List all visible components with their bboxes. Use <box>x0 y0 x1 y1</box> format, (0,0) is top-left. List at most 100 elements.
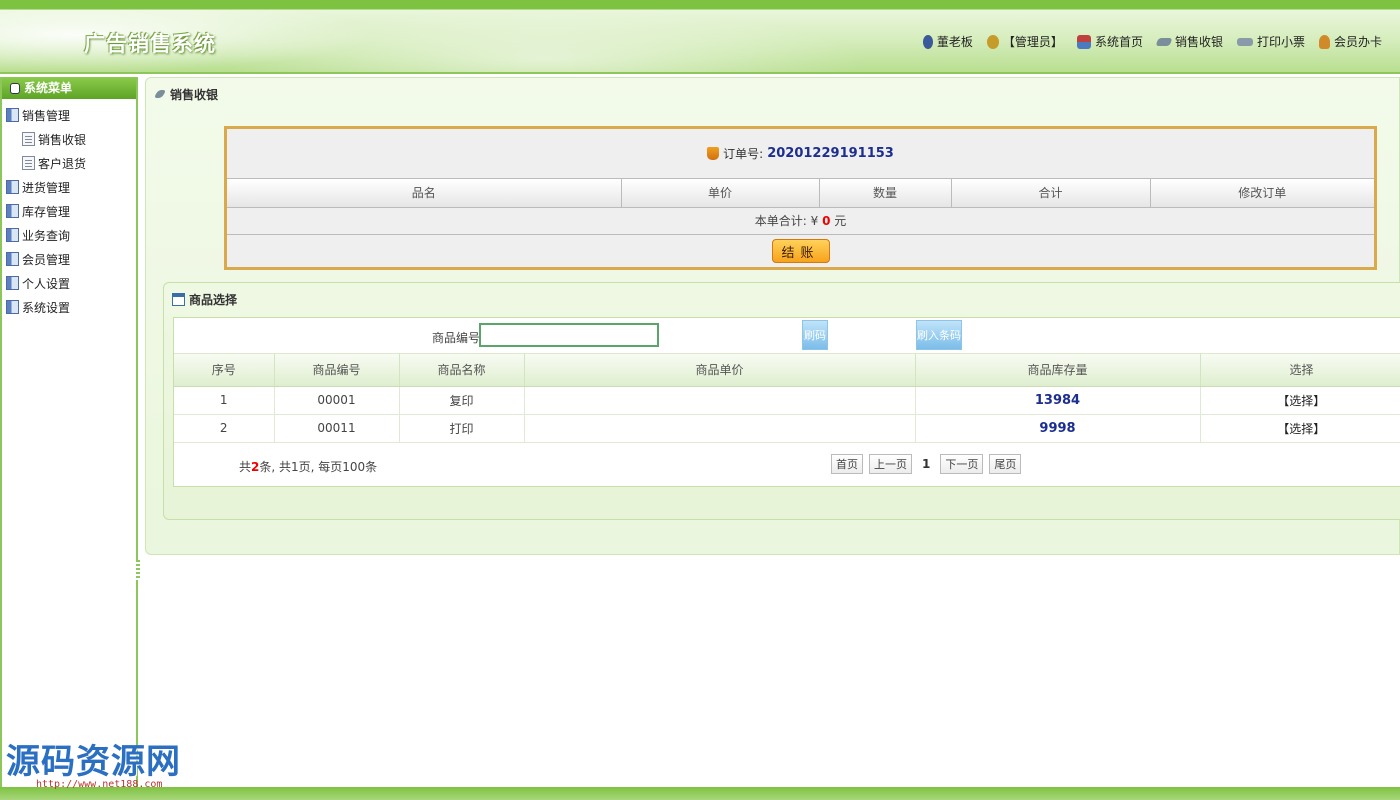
nav-user-label: 董老板 <box>936 35 973 49</box>
row-name: 复印 <box>399 386 525 415</box>
pager-suffix: 条, 共1页, 每页100条 <box>259 459 378 474</box>
nav-user[interactable]: 董老板 <box>922 33 973 50</box>
admin-icon <box>986 34 999 49</box>
watermark: 源码资源网 http://www.net188.com <box>6 734 181 790</box>
col-code: 商品编号 <box>274 354 400 387</box>
row-stock: 9998 <box>915 414 1201 443</box>
order-table: 品名 单价 数量 合计 修改订单 <box>227 179 1374 208</box>
order-panel: 订单号: 20201229191153 品名 单价 数量 合计 修改订单 本单合… <box>224 126 1377 270</box>
nav-home-label: 系统首页 <box>1094 35 1143 49</box>
order-number-label: 订单号: <box>723 147 764 161</box>
book-icon <box>6 204 19 218</box>
nav-admin[interactable]: 【管理员】 <box>986 33 1063 50</box>
order-total-label: 本单合计: ¥ <box>754 213 819 228</box>
nav-print-label: 打印小票 <box>1256 35 1305 49</box>
current-page: 1 <box>922 456 931 471</box>
sidebar-item-label: 客户退货 <box>38 156 87 171</box>
col-price: 商品单价 <box>524 354 916 387</box>
book-icon <box>6 300 19 314</box>
order-col-subtotal: 合计 <box>951 179 1151 208</box>
pager-prefix: 共 <box>239 459 252 474</box>
sidebar-item-cashier[interactable]: 销售收银 <box>2 127 136 151</box>
checkout-button[interactable]: 结账 <box>771 239 830 263</box>
order-col-qty: 数量 <box>819 179 952 208</box>
nav-print[interactable]: 打印小票 <box>1236 33 1305 50</box>
footer-bar <box>0 787 1400 800</box>
first-page-button[interactable]: 首页 <box>831 453 863 474</box>
search-label: 商品编号: <box>432 331 485 345</box>
sidebar-item-inventory[interactable]: 库存管理 <box>2 199 136 223</box>
menu-icon <box>10 82 20 94</box>
app-title: 广告销售系统 <box>84 32 216 56</box>
barcode-button[interactable]: 刷入条码 <box>916 320 962 350</box>
order-number: 20201229191153 <box>767 146 894 161</box>
row-name: 打印 <box>399 414 525 443</box>
last-page-button[interactable]: 尾页 <box>989 453 1022 474</box>
row-index: 2 <box>174 414 275 443</box>
col-stock: 商品库存量 <box>915 354 1201 387</box>
cart-icon <box>707 147 720 160</box>
sidebar-item-label: 业务查询 <box>22 228 71 243</box>
sidebar-item-label: 库存管理 <box>22 204 71 219</box>
main-content: 销售收银 订单号: 20201229191153 品名 单价 数量 合计 修改订… <box>145 77 1400 555</box>
order-col-name: 品名 <box>227 179 622 208</box>
sidebar-item-sales[interactable]: 销售管理 <box>2 103 136 127</box>
sidebar-item-personal[interactable]: 个人设置 <box>2 271 136 295</box>
nav-cashier[interactable]: 销售收银 <box>1155 33 1223 50</box>
next-page-button[interactable]: 下一页 <box>940 453 984 474</box>
book-icon <box>6 276 19 290</box>
sidebar-item-purchase[interactable]: 进货管理 <box>2 175 136 199</box>
select-link[interactable]: 【选择】 <box>1200 414 1400 443</box>
user-icon <box>922 34 933 49</box>
sidebar-title-label: 系统菜单 <box>24 81 73 95</box>
page-icon <box>22 132 35 146</box>
row-price <box>524 414 916 443</box>
order-col-price: 单价 <box>621 179 820 208</box>
table-row: 2 00011 打印 9998 【选择】 <box>174 414 1400 443</box>
col-name: 商品名称 <box>399 354 525 387</box>
product-panel-header: 商品选择 <box>164 283 1400 315</box>
print-icon <box>1236 37 1253 46</box>
nav-home[interactable]: 系统首页 <box>1076 33 1143 50</box>
nav-member-label: 会员办卡 <box>1333 35 1382 49</box>
content-header: 销售收银 <box>146 78 1399 110</box>
sidebar-item-label: 销售管理 <box>22 108 71 123</box>
cashier-icon <box>1155 37 1173 46</box>
sidebar-item-returns[interactable]: 客户退货 <box>2 151 136 175</box>
product-panel: 商品选择 商品编号: 刷码 刷入条码 序号 商品编号 商品名称 商品单价 商品库… <box>163 282 1400 520</box>
row-stock: 13984 <box>915 386 1201 415</box>
prev-page-button[interactable]: 上一页 <box>869 453 912 474</box>
sidebar-splitter[interactable] <box>136 560 140 580</box>
book-icon <box>6 180 19 194</box>
nav-member[interactable]: 会员办卡 <box>1318 33 1382 50</box>
page-icon <box>22 156 35 170</box>
col-select: 选择 <box>1200 354 1400 387</box>
search-row: 商品编号: 刷码 刷入条码 <box>174 318 1400 354</box>
checkout-row: 结账 <box>227 235 1374 268</box>
sidebar-item-system[interactable]: 系统设置 <box>2 295 136 319</box>
product-panel-title: 商品选择 <box>189 292 238 307</box>
product-code-input[interactable] <box>479 323 659 347</box>
select-link[interactable]: 【选择】 <box>1200 386 1400 415</box>
table-row: 1 00001 复印 13984 【选择】 <box>174 386 1400 415</box>
scan-button[interactable]: 刷码 <box>802 320 828 350</box>
order-total-unit: 元 <box>834 213 847 228</box>
sidebar-item-label: 销售收银 <box>38 132 87 147</box>
sidebar-item-label: 会员管理 <box>22 252 71 267</box>
nav-admin-label: 【管理员】 <box>1002 35 1063 49</box>
product-box: 商品编号: 刷码 刷入条码 序号 商品编号 商品名称 商品单价 商品库存量 选择… <box>173 317 1400 487</box>
sidebar-title: 系统菜单 <box>2 77 136 99</box>
watermark-text: 源码资源网 <box>6 742 181 782</box>
sidebar-item-label: 个人设置 <box>22 276 71 291</box>
sidebar-menu: 销售管理 销售收银 客户退货 进货管理 库存管理 业务查询 会员管理 个人设置 <box>2 99 136 319</box>
header-decoration-2 <box>220 10 870 72</box>
member-icon <box>1318 34 1330 49</box>
pager-info: 共2条, 共1页, 每页100条 <box>239 458 377 475</box>
row-index: 1 <box>174 386 275 415</box>
sidebar-item-query[interactable]: 业务查询 <box>2 223 136 247</box>
header: 广告销售系统 董老板 【管理员】 系统首页 销售收银 打印小票 会员办卡 <box>0 0 1400 74</box>
top-nav: 董老板 【管理员】 系统首页 销售收银 打印小票 会员办卡 <box>922 33 1382 50</box>
sidebar-item-members[interactable]: 会员管理 <box>2 247 136 271</box>
order-total: 本单合计: ¥ 0 元 <box>227 208 1374 235</box>
pen-icon <box>153 90 167 98</box>
